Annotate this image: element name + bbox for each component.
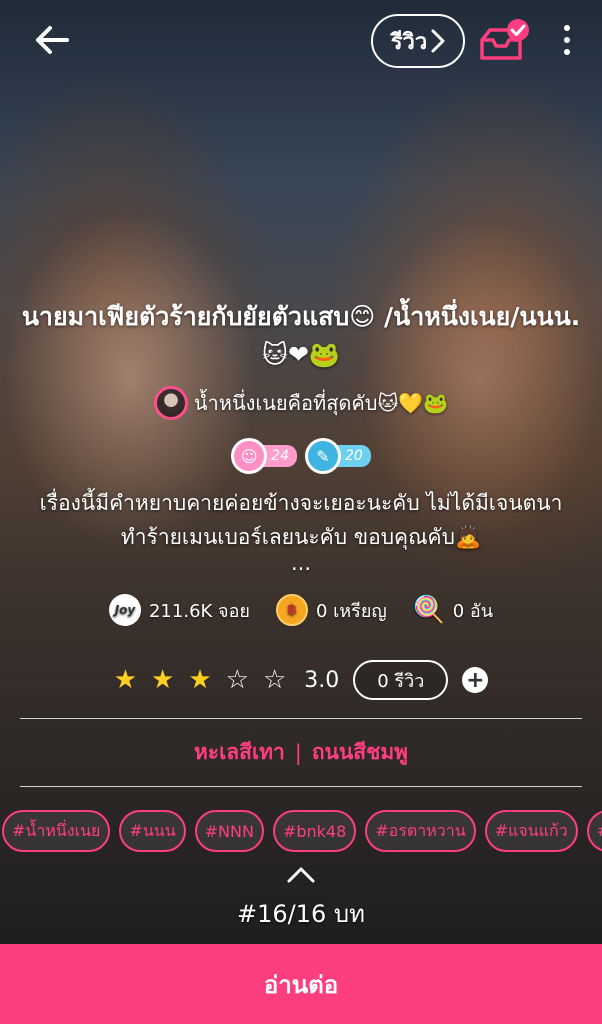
more-options-button[interactable] [552,20,582,60]
joy-stat: Joy 211.6K จอย [108,594,250,626]
coin-stat: ฿ 0 เหรียญ [275,594,387,626]
joy-count: 211.6K จอย [148,600,250,622]
chevron-up-icon[interactable] [286,866,316,884]
tag-chip[interactable]: #อรตาหวาน [365,810,476,852]
author-avatar[interactable] [153,386,188,420]
story-title: นายมาเฟียตัวร้ายกับยัยตัวแสบ😊 /น้ำหนึ่งเ… [21,302,581,369]
star-icon-filled: ★ [151,665,175,695]
genre-row: หะเลสีเทา | ถนนสีชมพู [0,736,602,769]
top-bar: รีวิว [0,0,602,80]
genre-primary[interactable]: หะเลสีเทา [194,736,285,769]
tag-chip[interactable]: #NNN [194,810,264,852]
review-button-label: รีวิว [390,29,428,55]
divider [20,718,582,719]
rating-row: ★ ★ ★ ☆ ☆ 3.0 0 รีวิว + [0,660,602,700]
tag-chip[interactable]: #นนน [119,810,186,852]
plus-icon: + [466,667,485,693]
chevron-right-icon [431,29,445,53]
face-badge: ☺ 24 [231,438,297,474]
star-icon-filled: ★ [188,665,212,695]
genre-separator: | [294,740,302,765]
description-line: ทำร้ายเมนเบอร์เลยนะคับ ขอบคุณคับ🙇 [120,525,482,549]
bookshelf-check-icon [480,19,529,60]
rating-score: 3.0 [304,667,340,693]
review-count-button[interactable]: 0 รีวิว [353,660,449,700]
coin-icon: ฿ [275,594,308,626]
more-vert-icon-dot [564,49,570,55]
back-arrow-icon [36,26,69,54]
author-name[interactable]: น้ำหนึ่งเนยคือที่สุดคับ🐱💛🐸 [194,387,448,419]
pencil-badge: ✎ 20 [305,438,371,474]
tag-chip[interactable]: #bnk48 [272,810,357,852]
divider [20,786,582,787]
more-vert-icon-dot [564,25,570,31]
coin-count: 0 เหรียญ [315,600,387,622]
author-row[interactable]: น้ำหนึ่งเนยคือที่สุดคับ🐱💛🐸 [0,386,602,420]
stats-row: Joy 211.6K จอย ฿ 0 เหรียญ 🍭 0 อัน [0,594,602,626]
description-line: เรื่องนี้มีคำหยาบคายค่อยข้างจะเยอะนะคับ … [39,491,563,515]
back-button[interactable] [30,22,74,58]
tag-chip[interactable]: #แจนแก้ว [484,810,578,852]
joy-icon: Joy [108,594,141,626]
star-icon-filled: ★ [113,665,137,695]
lollipop-icon: 🍭 [412,595,445,625]
add-to-shelf-button[interactable] [478,18,532,64]
review-button[interactable]: รีวิว [371,14,465,68]
chapter-count: #16/16 บท [237,900,365,928]
pencil-icon: ✎ [305,438,341,474]
continue-reading-button[interactable]: อ่านต่อ [0,944,602,1024]
author-badges: ☺ 24 ✎ 20 [0,438,602,474]
tag-chip[interactable]: #เฌ [586,810,602,852]
tag-list: #น้ำหนึ่งเนย #นนน #NNN #bnk48 #อรตาหวาน … [0,810,602,854]
tag-chip[interactable]: #น้ำหนึ่งเนย [2,810,111,852]
face-icon: ☺ [231,438,268,474]
genre-secondary[interactable]: ถนนสีชมพู [312,736,408,769]
add-review-button[interactable]: + [462,667,489,693]
candy-stat: 🍭 0 อัน [413,594,493,626]
story-description[interactable]: เรื่องนี้มีคำหยาบคายค่อยข้างจะเยอะนะคับ … [12,486,590,574]
candy-count: 0 อัน [452,600,493,622]
description-more[interactable]: ... [12,553,590,574]
star-icon-empty: ☆ [262,665,287,695]
more-vert-icon-dot [564,37,570,43]
star-icon-empty: ☆ [225,665,249,695]
